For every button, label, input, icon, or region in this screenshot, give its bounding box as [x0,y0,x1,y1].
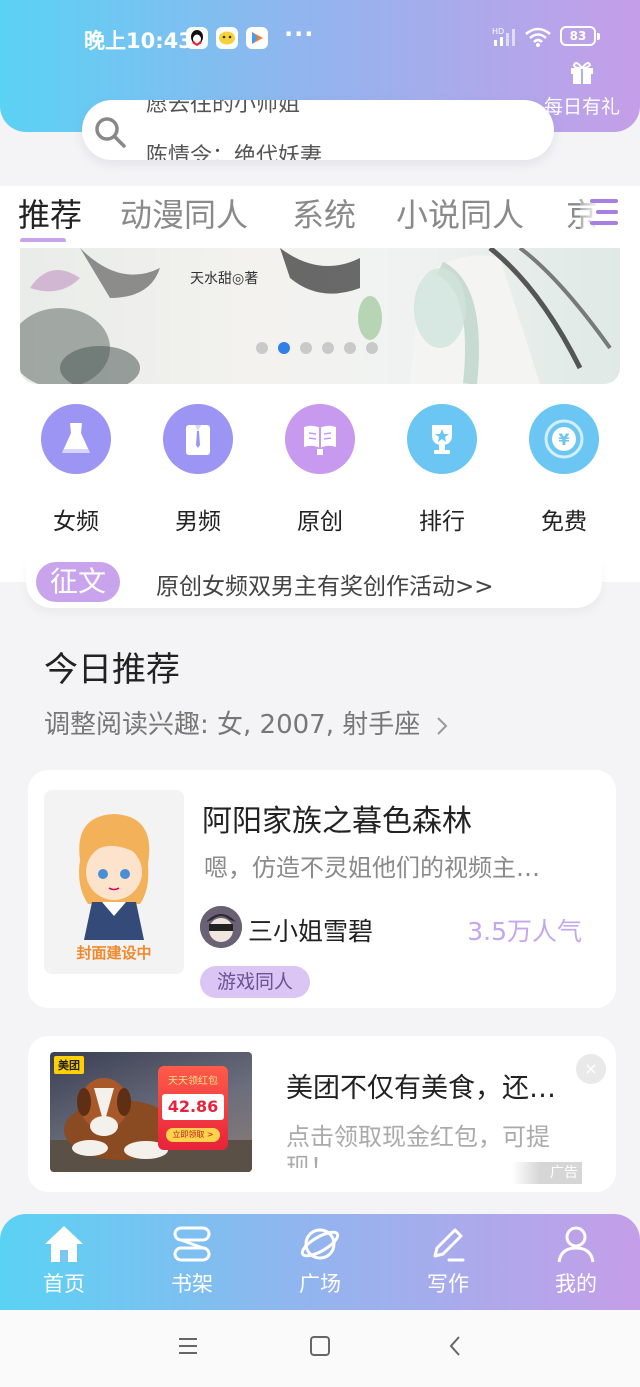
menu-icon[interactable] [176,1334,200,1358]
entry-original[interactable]: 原创 [270,404,370,536]
banner-dot[interactable] [366,342,378,354]
tab-anime-fanfic[interactable]: 动漫同人 [120,190,248,236]
home-icon [45,1226,83,1262]
ad-close-button[interactable]: × [576,1054,606,1084]
user-icon [557,1226,595,1263]
search-hint-previous: 愿去往的小师姐 [146,100,301,117]
pen-icon [433,1228,465,1262]
bookshelf-icon [173,1226,211,1262]
menu-line-icon [590,221,618,225]
menu-line-icon [590,199,618,203]
banner-dot[interactable] [344,342,356,354]
promo-banner[interactable]: 天水甜◎著 [20,248,620,384]
network-type: HD [492,27,504,36]
entry-label: 排行 [419,509,465,535]
entry-label: 免费 [541,509,587,535]
daily-gift-button[interactable]: 每日有礼 [540,58,624,119]
search-hint-current: 陈情令：绝代妖妻 [146,144,323,160]
ad-card[interactable]: 美团 天天领红包 42.86 立即领取 > 美团不仅有美食，还… 点击领取现金红… [28,1036,616,1192]
tab-menu-button[interactable] [580,190,630,234]
nav-label: 写作 [427,1272,469,1296]
redpack-amount: 42.86 [162,1094,224,1120]
signal-icon: HD [492,26,518,52]
home-square-icon[interactable] [308,1334,332,1358]
nav-label: 广场 [299,1272,341,1296]
yuan-coin-icon: ¥ [529,404,599,474]
contest-text: 原创女频双男主有奖创作活动>> [156,574,494,600]
today-recommend-title: 今日推荐 [44,650,180,690]
gift-label: 每日有礼 [543,96,620,118]
trophy-icon [407,404,477,474]
adjust-interest-text: 调整阅读兴趣: 女, 2007, 射手座 [44,710,421,740]
category-tabs: 推荐 动漫同人 系统 小说同人 京 [0,186,640,242]
placeholder-character-icon [79,814,150,940]
qq-app-icon [186,27,208,49]
book-icon [285,404,355,474]
dress-icon [41,404,111,474]
bottom-navigation: 首页 书架 广场 写作 我的 [0,1214,640,1310]
nav-bookshelf[interactable]: 书架 [142,1224,242,1298]
redpack-graphic: 天天领红包 42.86 立即领取 > [158,1066,228,1150]
author-name[interactable]: 三小姐雪碧 [248,912,373,948]
tab-system[interactable]: 系统 [292,190,356,236]
banner-dot[interactable] [300,342,312,354]
search-bar[interactable]: 愿去往的小师姐 陈情令：绝代妖妻 [82,100,554,160]
ad-label: 广告 [512,1162,582,1184]
adjust-interest-link[interactable]: 调整阅读兴趣: 女, 2007, 射手座 [44,704,449,741]
entry-free[interactable]: ¥ 免费 [514,404,614,536]
book-cover: 封面建设中 [44,790,184,974]
planet-icon [300,1228,340,1260]
contest-banner[interactable]: 征文 原创女频双男主有奖创作活动>> [26,556,602,608]
status-bar: 晚上10:43 ··· HD 83 [0,18,640,58]
shirt-tie-icon [163,404,233,474]
cover-placeholder-text: 封面建设中 [76,944,152,962]
nav-profile[interactable]: 我的 [526,1224,626,1298]
search-icon [95,117,126,148]
banner-author-caption: 天水甜◎著 [190,271,259,287]
tab-recommend[interactable]: 推荐 [18,190,82,236]
book-card[interactable]: 封面建设中 阿阳家族之暮色森林 嗯，仿造不灵姐他们的视频主… 三小姐雪碧 3.5… [28,770,616,1008]
chevron-right-icon [436,716,447,735]
ad-image: 美团 天天领红包 42.86 立即领取 > [50,1052,252,1172]
genre-tag[interactable]: 游戏同人 [200,966,311,998]
book-title: 阿阳家族之暮色森林 [202,804,472,839]
contest-tag: 征文 [36,562,120,602]
gift-icon [571,62,593,84]
battery-indicator: 83 [560,26,600,46]
entry-label: 女频 [53,509,99,535]
svg-text:¥: ¥ [558,430,569,449]
tab-novel-fanfic[interactable]: 小说同人 [396,190,524,236]
entry-label: 原创 [297,509,343,535]
entry-label: 男频 [175,509,221,535]
banner-dot[interactable] [322,342,334,354]
status-time: 晚上10:43 [84,29,193,53]
nav-home[interactable]: 首页 [14,1224,114,1298]
menu-line-icon [596,210,618,214]
banner-dot-active[interactable] [278,342,290,354]
entry-female[interactable]: 女频 [26,404,126,536]
author-avatar[interactable] [200,906,242,948]
nav-label: 首页 [43,1272,85,1296]
entry-ranking[interactable]: 排行 [392,404,492,536]
system-navigation-bar [0,1310,640,1387]
book-description: 嗯，仿造不灵姐他们的视频主… [204,854,540,882]
status-more-dots: ··· [284,20,315,48]
banner-dot[interactable] [256,342,268,354]
wifi-icon [524,26,552,52]
redpack-claim-button: 立即领取 > [166,1128,220,1142]
redpack-heading: 天天领红包 [168,1076,218,1087]
chat-app-icon [216,27,238,49]
nav-label: 我的 [555,1272,597,1296]
nav-square[interactable]: 广场 [270,1224,370,1298]
back-icon[interactable] [444,1334,468,1358]
ad-brand-logo: 美团 [54,1056,84,1074]
banner-artwork [20,248,612,384]
banner-pagination [256,342,378,354]
ad-title: 美团不仅有美食，还… [286,1073,556,1104]
nav-label: 书架 [171,1272,213,1296]
entry-male[interactable]: 男频 [148,404,248,536]
popularity-count: 3.5万人气 [467,917,582,946]
nav-write[interactable]: 写作 [398,1224,498,1298]
video-app-icon [246,27,268,49]
